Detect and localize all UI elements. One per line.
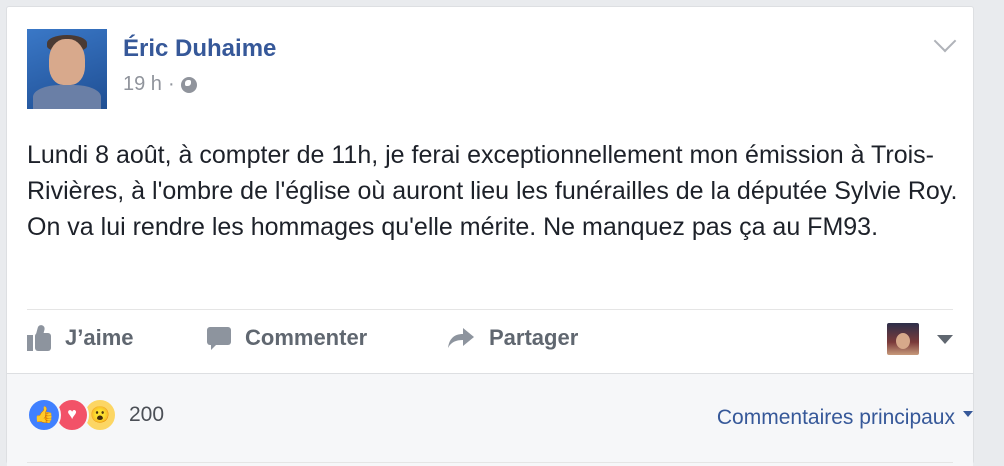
thumbs-up-icon (27, 324, 51, 351)
like-reaction-icon: 👍 (27, 398, 61, 432)
comment-sort-dropdown[interactable]: Commentaires principaux (717, 406, 973, 430)
comment-sort-label: Commentaires principaux (716, 406, 955, 429)
share-label: Partager (489, 325, 579, 350)
like-button[interactable]: J’aime (27, 324, 134, 351)
post-text: Lundi 8 août, à compter de 11h, je ferai… (27, 141, 958, 241)
meta-separator: · (167, 73, 175, 95)
page-avatar[interactable] (887, 323, 919, 355)
reaction-summary[interactable]: 👍 ♥ 😮 200 (27, 398, 164, 432)
action-bar: J’aime Commenter Partager (27, 319, 953, 363)
avatar-face (49, 39, 85, 85)
author-name[interactable]: Éric Duhaime (123, 35, 276, 63)
author-avatar[interactable] (27, 29, 107, 109)
share-arrow-icon (448, 328, 474, 348)
comment-label: Commenter (245, 325, 368, 350)
comment-button[interactable]: Commenter (207, 325, 367, 351)
comment-bubble-icon (207, 327, 231, 350)
post-card: Éric Duhaime 19 h · Lundi 8 août, à comp… (6, 6, 974, 466)
post-timestamp[interactable]: 19 h (123, 73, 162, 96)
footer-divider (27, 462, 953, 463)
post-header: Éric Duhaime 19 h · (27, 29, 957, 109)
like-label: J’aime (65, 325, 134, 350)
globe-icon[interactable] (180, 76, 197, 93)
post-meta: 19 h · (123, 73, 197, 96)
caret-down-icon[interactable] (937, 335, 953, 344)
reactions-footer: 👍 ♥ 😮 200 Commentaires principaux (7, 373, 973, 466)
chevron-down-icon[interactable] (933, 29, 957, 53)
avatar-shirt (33, 85, 101, 109)
share-button[interactable]: Partager (447, 325, 578, 351)
caret-down-icon (963, 411, 973, 417)
actions-divider (27, 309, 953, 310)
reaction-count: 200 (129, 403, 165, 426)
